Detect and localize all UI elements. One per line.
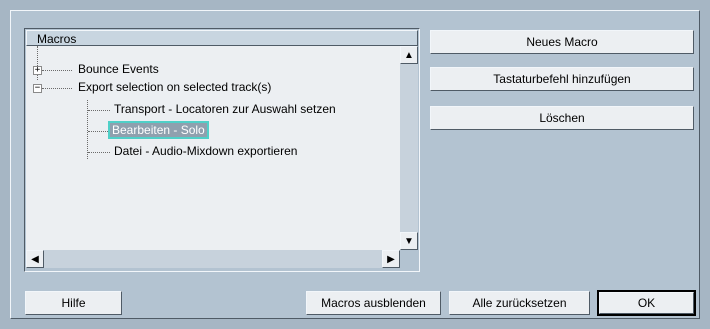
tree-item-datei-audio-mixdown[interactable]: Datei - Audio-Mixdown exportieren <box>114 144 297 158</box>
collapse-minus-icon[interactable]: − <box>33 84 42 93</box>
tree-branch <box>88 110 110 111</box>
tree-item-bearbeiten-solo[interactable]: Bearbeiten - Solo <box>108 121 209 139</box>
scroll-right-icon[interactable]: ▶ <box>382 250 400 268</box>
tree-item-bounce-events[interactable]: Bounce Events <box>78 62 159 76</box>
ok-button-bevel <box>599 292 694 314</box>
macros-header-label: Macros <box>37 32 77 46</box>
new-macro-button[interactable]: Neues Macro <box>430 30 694 54</box>
tree-branch <box>88 152 110 153</box>
scroll-up-icon[interactable]: ▲ <box>400 46 418 64</box>
scroll-down-icon[interactable]: ▼ <box>400 232 418 250</box>
tree-branch <box>42 88 72 89</box>
scroll-left-icon[interactable]: ◀ <box>26 250 44 268</box>
macros-header: Macros <box>26 30 418 46</box>
horizontal-scrollbar[interactable]: ◀ ▶ <box>26 250 400 268</box>
expand-plus-icon[interactable]: + <box>33 66 42 75</box>
reset-all-button[interactable]: Alle zurücksetzen <box>449 291 590 315</box>
help-label: Hilfe <box>61 296 86 310</box>
vertical-scrollbar[interactable]: ▲ ▼ <box>400 46 418 250</box>
tree-child-line <box>87 100 88 159</box>
macros-tree[interactable]: + Bounce Events − Export selection on se… <box>26 46 400 250</box>
scrollbar-corner <box>400 250 418 268</box>
hide-macros-label: Macros ausblenden <box>321 296 426 310</box>
tree-item-export-selection[interactable]: Export selection on selected track(s) <box>78 80 271 94</box>
ok-button[interactable]: OK <box>597 290 696 316</box>
new-macro-label: Neues Macro <box>526 35 598 49</box>
tree-branch <box>42 70 72 71</box>
delete-label: Löschen <box>539 111 585 125</box>
help-button[interactable]: Hilfe <box>25 291 122 315</box>
add-shortcut-label: Tastaturbefehl hinzufügen <box>493 72 631 86</box>
tree-branch <box>88 131 108 132</box>
hide-macros-button[interactable]: Macros ausblenden <box>306 291 441 315</box>
tree-item-transport[interactable]: Transport - Locatoren zur Auswahl setzen <box>114 102 336 116</box>
add-shortcut-button[interactable]: Tastaturbefehl hinzufügen <box>430 67 694 91</box>
delete-button[interactable]: Löschen <box>430 106 694 130</box>
reset-all-label: Alle zurücksetzen <box>472 296 567 310</box>
